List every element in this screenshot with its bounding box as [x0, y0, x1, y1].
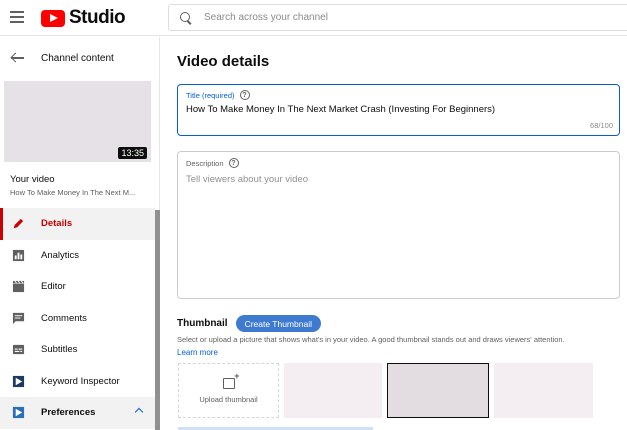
search-input[interactable]: [204, 12, 604, 23]
clapperboard-icon: [11, 280, 25, 294]
sidebar-item-label: Comments: [41, 312, 87, 324]
thumbnail-option-2-selected[interactable]: [387, 363, 489, 418]
sidebar: Channel content 13:35 Your video How To …: [0, 37, 160, 430]
sidebar-item-preferences[interactable]: Preferences: [0, 397, 156, 429]
video-title-short[interactable]: How To Make Money In The Next M...: [10, 188, 135, 197]
play-box-icon: [11, 406, 25, 420]
main-content: Video details Title (required) ? How To …: [161, 37, 627, 430]
sidebar-item-keyword-inspector[interactable]: Keyword Inspector: [0, 366, 156, 398]
title-field-label: Title (required) ?: [186, 90, 250, 100]
your-video-label: Your video: [10, 174, 55, 185]
back-arrow-icon[interactable]: [11, 53, 25, 63]
thumbnail-description: Select or upload a picture that shows wh…: [177, 335, 565, 344]
title-label-text: Title (required): [186, 90, 235, 100]
studio-logo[interactable]: Studio: [41, 7, 126, 28]
sidebar-header: Channel content: [0, 37, 159, 79]
pencil-icon: [11, 217, 25, 231]
search-bar: [168, 4, 627, 31]
title-input[interactable]: How To Make Money In The Next Market Cra…: [186, 104, 495, 115]
page-title: Video details: [177, 53, 270, 70]
sidebar-item-editor[interactable]: Editor: [0, 271, 156, 303]
description-input[interactable]: Tell viewers about your video: [186, 174, 308, 185]
video-duration: 13:35: [118, 147, 147, 159]
description-field[interactable]: Description ? Tell viewers about your vi…: [177, 151, 620, 299]
youtube-play-icon: [41, 9, 65, 27]
search-icon[interactable]: [180, 11, 192, 24]
thumbnail-option-1[interactable]: [284, 363, 382, 418]
video-thumbnail[interactable]: 13:35: [4, 81, 151, 162]
title-field[interactable]: Title (required) ? How To Make Money In …: [177, 84, 620, 136]
sidebar-item-label: Editor: [41, 281, 66, 293]
thumbnail-option-3[interactable]: [494, 363, 593, 418]
analytics-icon: [11, 248, 25, 262]
chevron-up-icon[interactable]: [134, 407, 144, 417]
create-thumbnail-button[interactable]: Create Thumbnail: [235, 315, 321, 332]
thumbnail-heading: Thumbnail: [177, 318, 228, 329]
menu-icon[interactable]: [10, 11, 24, 23]
title-char-count: 68/100: [590, 121, 613, 130]
comment-icon: [11, 311, 25, 325]
thumbnail-header: Thumbnail Create Thumbnail: [177, 315, 321, 332]
logo-text: Studio: [69, 7, 126, 28]
sidebar-item-label: Subtitles: [41, 344, 78, 356]
sidebar-item-comments[interactable]: Comments: [0, 303, 156, 335]
sidebar-title: Channel content: [41, 52, 114, 64]
sidebar-item-label: Keyword Inspector: [41, 375, 120, 387]
top-bar: Studio: [0, 0, 627, 36]
sidebar-item-label: Analytics: [41, 249, 80, 261]
upload-thumbnail-label: Upload thumbnail: [199, 394, 258, 404]
sidebar-item-analytics[interactable]: Analytics: [0, 240, 156, 272]
description-field-label: Description ?: [186, 158, 239, 168]
learn-more-link[interactable]: Learn more: [177, 348, 218, 357]
sidebar-item-subtitles[interactable]: Subtitles: [0, 334, 156, 366]
sidebar-item-label: Details: [41, 218, 73, 230]
sidebar-scrollbar[interactable]: [155, 210, 160, 430]
sidebar-nav: Details Analytics Editor Comments Subtit…: [0, 208, 156, 429]
add-image-icon: [222, 371, 240, 389]
play-box-icon: [11, 374, 25, 388]
sidebar-item-label: Preferences: [41, 407, 96, 419]
subtitles-icon: [11, 343, 25, 357]
help-icon[interactable]: ?: [228, 158, 239, 168]
help-icon[interactable]: ?: [239, 90, 250, 100]
upload-thumbnail-button[interactable]: Upload thumbnail: [178, 363, 279, 418]
description-label-text: Description: [186, 158, 224, 168]
sidebar-item-details[interactable]: Details: [0, 208, 156, 240]
